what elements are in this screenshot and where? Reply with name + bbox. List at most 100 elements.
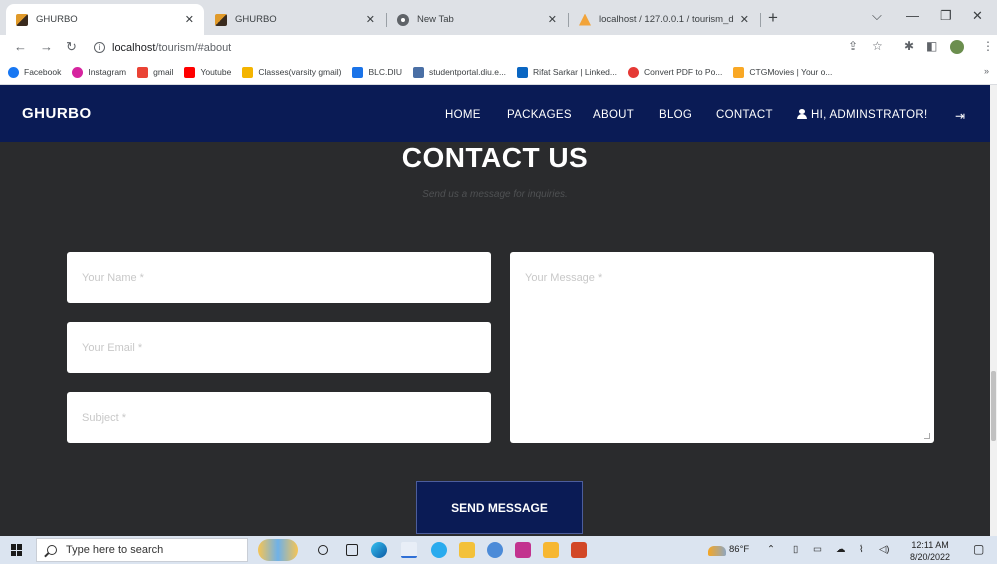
app-icon[interactable]: [487, 542, 503, 558]
bookmarks-overflow-icon[interactable]: »: [984, 66, 989, 76]
weather-temperature[interactable]: 86°F: [729, 544, 749, 555]
site-brand[interactable]: GHURBO: [22, 105, 92, 122]
bookmark-label: Convert PDF to Po...: [643, 67, 723, 77]
notification-center-icon[interactable]: ▢: [973, 542, 984, 556]
contact-section: CONTACT US Send us a message for inquiri…: [0, 142, 990, 536]
bookmark-facebook[interactable]: Facebook: [8, 66, 61, 78]
taskbar-search-input[interactable]: Type here to search: [36, 538, 248, 562]
windows-start-icon[interactable]: [11, 544, 23, 556]
bookmark-label: Instagram: [88, 67, 127, 77]
send-message-button[interactable]: SEND MESSAGE: [416, 481, 583, 534]
battery-icon[interactable]: ▯: [793, 544, 798, 555]
clock-date: 8/20/2022: [910, 552, 951, 562]
forward-arrow-icon[interactable]: →: [40, 39, 53, 54]
nav-contact[interactable]: CONTACT: [716, 109, 773, 121]
search-icon: [47, 545, 57, 555]
bookmark-blc-diu[interactable]: BLC.DIU: [352, 66, 403, 78]
linkedin-icon: [517, 66, 529, 78]
tab-ghurbo-active[interactable]: GHURBO ✕: [6, 4, 204, 35]
nav-about[interactable]: ABOUT: [593, 109, 634, 121]
logout-icon[interactable]: ⇥: [955, 109, 965, 123]
sublime-text-icon[interactable]: [543, 542, 559, 558]
close-icon[interactable]: ✕: [740, 13, 749, 26]
tab-divider: [760, 13, 761, 27]
reload-icon[interactable]: ↻: [66, 39, 77, 55]
tab-search-chevron-icon[interactable]: ⌵: [872, 8, 882, 24]
nav-blog[interactable]: BLOG: [659, 109, 692, 121]
tab-label: New Tab: [417, 14, 454, 25]
message-placeholder: Your Message *: [525, 272, 603, 284]
tab-new-tab[interactable]: New Tab ✕: [387, 4, 567, 35]
page-scrollbar[interactable]: [990, 85, 997, 536]
browser-toolbar: ← → ↻ i localhost/tourism/#about ⇪ ☆ ✱ ◧…: [0, 35, 997, 60]
gmail-icon: [137, 66, 149, 78]
weather-cloud-icon[interactable]: [708, 546, 726, 556]
phpmyadmin-favicon-icon: [579, 13, 591, 26]
nav-packages[interactable]: PACKAGES: [507, 109, 572, 121]
visual-studio-icon[interactable]: [515, 542, 531, 558]
taskbar-clock[interactable]: 12:11 AM 8/20/2022: [910, 539, 950, 563]
meet-now-icon[interactable]: ▭: [813, 544, 822, 555]
chrome-taskbar-icon[interactable]: [401, 542, 417, 558]
subject-field[interactable]: Subject *: [67, 392, 491, 443]
chrome-menu-icon[interactable]: ⋮: [982, 39, 994, 53]
close-icon[interactable]: ✕: [548, 13, 557, 26]
bookmark-youtube[interactable]: Youtube: [184, 66, 231, 78]
bookmark-ctgmovies[interactable]: CTGMovies | Your o...: [733, 66, 832, 78]
bookmark-linkedin[interactable]: Rifat Sarkar | Linked...: [517, 66, 617, 78]
side-panel-icon[interactable]: ◧: [926, 39, 937, 53]
bookmark-convert-pdf[interactable]: Convert PDF to Po...: [627, 66, 723, 78]
site-info-icon[interactable]: i: [94, 42, 105, 53]
profile-avatar[interactable]: [950, 40, 964, 54]
email-field[interactable]: Your Email *: [67, 322, 491, 373]
wifi-icon[interactable]: ⌇: [859, 544, 864, 555]
address-bar[interactable]: i localhost/tourism/#about: [94, 37, 892, 58]
edge-icon[interactable]: [371, 542, 387, 558]
bookmark-label: BLC.DIU: [368, 67, 403, 77]
resize-handle-icon[interactable]: [924, 433, 930, 439]
clock-time: 12:11 AM: [911, 540, 949, 550]
back-arrow-icon[interactable]: ←: [14, 39, 27, 54]
telegram-icon[interactable]: [431, 542, 447, 558]
user-menu[interactable]: HI, ADMINSTRATOR!: [797, 109, 928, 121]
tab-ghurbo[interactable]: GHURBO ✕: [205, 4, 385, 35]
name-placeholder: Your Name *: [82, 272, 144, 284]
nav-home[interactable]: HOME: [445, 109, 481, 121]
bookmark-classes[interactable]: Classes(varsity gmail): [242, 66, 342, 78]
close-icon[interactable]: ✕: [185, 13, 194, 26]
bookmark-studentportal[interactable]: studentportal.diu.e...: [413, 66, 506, 78]
email-placeholder: Your Email *: [82, 342, 143, 354]
share-icon[interactable]: ⇪: [848, 39, 858, 53]
cortana-icon[interactable]: [318, 545, 328, 555]
ctgmovies-icon: [733, 66, 745, 78]
tab-label: GHURBO: [235, 14, 277, 25]
name-field[interactable]: Your Name *: [67, 252, 491, 303]
bookmark-instagram[interactable]: Instagram: [72, 66, 127, 78]
maximize-icon[interactable]: ❐: [940, 8, 952, 24]
search-highlight-icon[interactable]: [258, 539, 298, 561]
new-tab-plus-icon[interactable]: +: [768, 8, 778, 28]
message-textarea[interactable]: Your Message *: [510, 252, 934, 443]
onedrive-cloud-icon[interactable]: ☁: [836, 544, 846, 555]
extensions-puzzle-icon[interactable]: ✱: [904, 39, 914, 53]
bookmark-label: Classes(varsity gmail): [258, 67, 342, 77]
browser-tab-strip: GHURBO ✕ GHURBO ✕ New Tab ✕ localhost / …: [0, 0, 997, 35]
address-path: /tourism/#about: [155, 41, 232, 54]
close-icon[interactable]: ✕: [366, 13, 375, 26]
tab-phpmyadmin[interactable]: localhost / 127.0.0.1 / tourism_d ✕: [569, 4, 759, 35]
minimize-icon[interactable]: —: [906, 8, 919, 23]
scrollbar-thumb[interactable]: [991, 371, 996, 441]
subject-placeholder: Subject *: [82, 412, 127, 424]
tray-chevron-icon[interactable]: ⌃: [767, 544, 775, 555]
bookmark-gmail[interactable]: gmail: [137, 66, 173, 78]
tab-label: GHURBO: [36, 14, 78, 25]
ghurbo-favicon-icon: [16, 13, 28, 26]
bookmark-star-icon[interactable]: ☆: [872, 39, 883, 53]
user-greeting: HI, ADMINSTRATOR!: [811, 109, 928, 121]
heart-icon: [627, 66, 639, 78]
task-view-icon[interactable]: [346, 544, 358, 556]
file-explorer-icon[interactable]: [459, 542, 475, 558]
powerpoint-icon[interactable]: [571, 542, 587, 558]
window-close-icon[interactable]: ✕: [972, 8, 983, 24]
volume-icon[interactable]: ◁): [879, 544, 889, 555]
